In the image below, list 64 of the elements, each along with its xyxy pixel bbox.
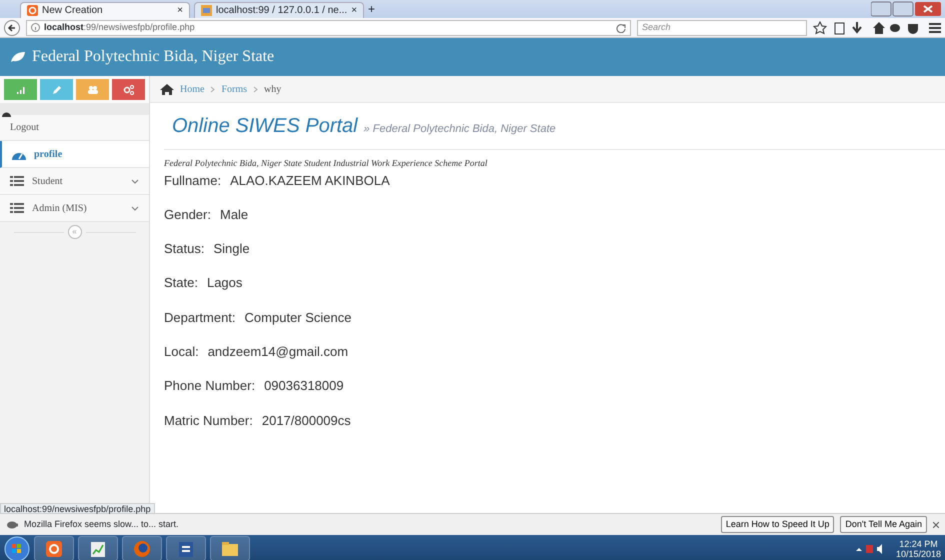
field-value: Computer Science bbox=[244, 310, 352, 325]
menu-icon[interactable] bbox=[929, 22, 941, 32]
sidebar-item[interactable]: Admin (MIS) bbox=[0, 195, 149, 222]
sidebar-item[interactable]: profile bbox=[0, 141, 149, 168]
url-text: localhost:99/newsiwesfpb/profile.php bbox=[44, 20, 196, 34]
status-url: localhost:99/newsiwesfpb/profile.php bbox=[0, 503, 155, 514]
reload-icon[interactable] bbox=[616, 22, 626, 32]
clock-date: 10/15/2018 bbox=[896, 548, 941, 558]
leaf-icon bbox=[10, 51, 26, 63]
home-icon bbox=[160, 84, 174, 94]
document-icon[interactable] bbox=[176, 540, 196, 558]
search-field[interactable]: Search bbox=[637, 20, 807, 36]
new-tab-button[interactable]: + bbox=[368, 0, 376, 18]
folder-icon[interactable] bbox=[220, 540, 240, 558]
users-icon bbox=[86, 84, 98, 96]
folder-icon bbox=[201, 5, 212, 16]
field-label: Gender: bbox=[164, 206, 211, 222]
close-icon[interactable] bbox=[933, 522, 939, 528]
clock-time: 12:24 PM bbox=[898, 538, 939, 548]
field-value: Male bbox=[220, 206, 248, 222]
chevron-down-icon bbox=[131, 178, 139, 184]
chevron-right-icon bbox=[210, 86, 216, 92]
breadcrumb-current: why bbox=[264, 82, 282, 96]
field-label: Department: bbox=[164, 310, 236, 325]
chart-icon[interactable] bbox=[88, 540, 108, 558]
gears-icon bbox=[122, 84, 134, 96]
back-icon[interactable] bbox=[4, 20, 20, 36]
pencil-icon bbox=[50, 84, 62, 96]
notification-button[interactable]: Don't Tell Me Again bbox=[840, 516, 927, 534]
notification-text: Mozilla Firefox seems slow... to... start. bbox=[24, 518, 180, 531]
close-icon[interactable]: × bbox=[177, 3, 183, 18]
logout-link[interactable]: Logout bbox=[10, 120, 39, 135]
field-value: 2017/800009cs bbox=[262, 412, 351, 428]
field-value: Single bbox=[213, 241, 250, 256]
site-title: Federal Polytechnic Bida, Niger State bbox=[32, 47, 274, 67]
page-subtitle: » Federal Polytechnic Bida, Niger State bbox=[364, 123, 556, 135]
list-icon bbox=[10, 203, 24, 213]
field-label: Status: bbox=[164, 241, 204, 256]
address-bar[interactable]: localhost:99/newsiwesfpb/profile.php bbox=[26, 20, 631, 36]
field-label: Local: bbox=[164, 344, 199, 359]
field-label: Matric Number: bbox=[164, 412, 253, 428]
app-icon[interactable] bbox=[44, 540, 64, 558]
sidebar-item[interactable]: Student bbox=[0, 168, 149, 195]
field-label: Fullname: bbox=[164, 172, 222, 188]
list-icon bbox=[10, 176, 24, 186]
chevron-down-icon bbox=[131, 206, 139, 210]
field-value: ALAO.KAZEEM AKINBOLA bbox=[230, 172, 390, 188]
browser-tab[interactable]: localhost:99 / 127.0.0.1 / ne... × bbox=[194, 2, 364, 18]
browser-tab[interactable]: New Creation × bbox=[20, 2, 190, 18]
start-button-icon[interactable] bbox=[4, 536, 30, 560]
shortcut-button[interactable] bbox=[112, 79, 145, 100]
chevron-right-icon bbox=[253, 86, 258, 92]
app-icon bbox=[27, 5, 38, 16]
field-value: andzeem14@gmail.com bbox=[208, 344, 348, 359]
field-label: Phone Number: bbox=[164, 378, 256, 394]
field-value: 09036318009 bbox=[264, 378, 344, 394]
field-label: State: bbox=[164, 275, 198, 290]
signal-icon bbox=[14, 84, 26, 96]
info-icon bbox=[31, 23, 40, 32]
close-icon[interactable]: × bbox=[351, 3, 358, 18]
notification-button[interactable]: Learn How to Speed It Up bbox=[720, 516, 834, 534]
field-value: Lagos bbox=[206, 275, 242, 290]
tagline: Federal Polytechnic Bida, Niger State Student Industrial Work Experience Scheme Portal bbox=[164, 158, 488, 168]
page-title: Online SIWES Portal bbox=[172, 115, 358, 137]
